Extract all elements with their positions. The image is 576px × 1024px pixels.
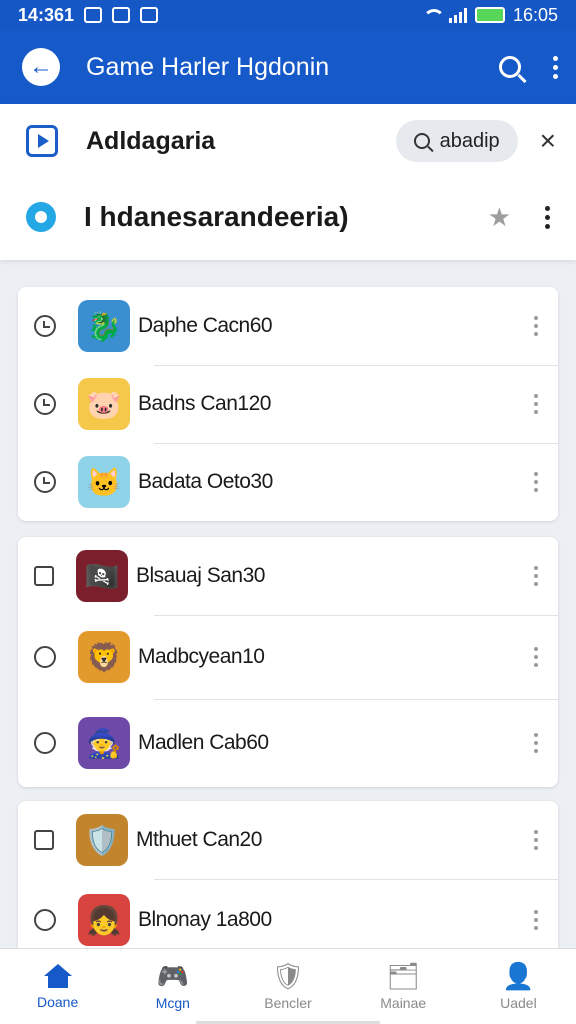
more-options-icon[interactable] [545, 205, 550, 229]
nav-label: Mainae [380, 994, 427, 1011]
list-item[interactable]: 🐷 Badns Can120 [18, 365, 558, 443]
nav-item-mainae[interactable]: 🗂 Mainae [346, 949, 461, 1024]
more-options-icon[interactable] [534, 733, 538, 753]
checkbox[interactable] [34, 830, 54, 850]
radio-button[interactable] [34, 646, 56, 668]
nav-label: Mcgn [155, 994, 190, 1011]
game-icon: 🛡️ [76, 814, 128, 866]
nav-label: Bencler [264, 994, 312, 1011]
search-icon [413, 133, 430, 149]
more-options-icon[interactable] [534, 394, 538, 414]
game-icon: 🐱 [78, 456, 130, 508]
home-icon [43, 963, 72, 988]
game-name: Badata Oeto30 [138, 470, 273, 493]
more-options-icon[interactable] [534, 830, 538, 850]
image-icon [140, 7, 159, 23]
game-icon: 🏴‍☠️ [76, 550, 128, 602]
nav-item-home[interactable]: Doane [0, 949, 115, 1024]
game-icon: 🐉 [78, 300, 130, 352]
game-name: Blnonay 1a800 [138, 908, 272, 931]
message-icon [112, 7, 131, 23]
arrow-left-icon: ← [29, 53, 53, 80]
game-name: Badns Can120 [138, 392, 271, 415]
page-title: Game Harler Hgdonin [86, 52, 330, 81]
list-item[interactable]: 👧 Blnonay 1a800 [18, 879, 558, 948]
section-title: Adldagaria [86, 126, 216, 155]
signal-icon [448, 7, 467, 23]
search-chip[interactable]: abadip [395, 120, 518, 162]
more-options-icon[interactable] [534, 566, 538, 586]
nav-label: Uadel [500, 994, 537, 1011]
more-options-icon[interactable] [534, 910, 538, 930]
nav-item-bencler[interactable]: 🛡 Bencler [230, 949, 345, 1024]
game-icon: 🧙 [78, 717, 130, 769]
list-item[interactable]: 🦁 Madbcyean10 [18, 615, 558, 699]
game-list-card: 🐉 Daphe Cacn60 🐷 Badns Can120 🐱 Badata O… [18, 287, 558, 521]
gamepad-icon: 🎮 [156, 960, 189, 991]
nav-label: Doane [36, 993, 79, 1010]
status-bar: 14:361 16:05 [0, 0, 576, 30]
search-icon[interactable] [499, 56, 521, 78]
folder-icon: 🗂 [386, 960, 420, 991]
list-item[interactable]: 🛡️ Mthuet Can20 [18, 801, 558, 879]
game-name: Blsauaj San30 [136, 564, 265, 587]
game-name: Madbcyean10 [138, 645, 265, 668]
back-button[interactable]: ← [22, 48, 60, 86]
game-icon: 🦁 [78, 631, 130, 683]
wifi-icon [421, 7, 445, 23]
close-icon[interactable]: × [540, 125, 556, 157]
status-battery-text: 16:05 [512, 4, 558, 25]
play-icon [26, 125, 58, 157]
shield-icon: 🛡 [271, 960, 305, 991]
clock-icon[interactable] [34, 315, 56, 337]
more-options-icon[interactable] [553, 55, 558, 79]
radio-button[interactable] [34, 909, 56, 931]
checkbox[interactable] [34, 566, 54, 586]
list-item[interactable]: 🧙 Madlen Cab60 [18, 699, 558, 787]
section-heading: I hdanesarandeeria) [84, 201, 349, 232]
star-icon[interactable]: ★ [488, 202, 511, 233]
battery-icon [474, 7, 505, 23]
app-bar: ← Game Harler Hgdonin [0, 30, 576, 104]
radio-button[interactable] [34, 732, 56, 754]
list-item[interactable]: 🐱 Badata Oeto30 [18, 443, 558, 521]
search-chip-label: abadip [439, 129, 500, 152]
list-item[interactable]: 🏴‍☠️ Blsauaj San30 [18, 537, 558, 615]
more-options-icon[interactable] [534, 472, 538, 492]
nav-item-profile[interactable]: 👤 Uadel [461, 949, 576, 1024]
game-name: Daphe Cacn60 [138, 314, 273, 337]
list-item[interactable]: 🐉 Daphe Cacn60 [18, 287, 558, 365]
location-icon [26, 202, 56, 232]
game-list-card: 🏴‍☠️ Blsauaj San30 🦁 Madbcyean10 🧙 Madle… [18, 537, 558, 787]
profile-icon: 👤 [502, 960, 535, 991]
game-name: Madlen Cab60 [138, 731, 269, 754]
game-icon: 👧 [78, 894, 130, 946]
bottom-navigation: Doane 🎮 Mcgn 🛡 Bencler 🗂 Mainae 👤 Uadel [0, 948, 576, 1024]
game-list-card: 🛡️ Mthuet Can20 👧 Blnonay 1a800 [18, 801, 558, 948]
clock-icon[interactable] [34, 393, 56, 415]
subheader: Adldagaria abadip × I hdanesarandeeria) … [0, 104, 576, 260]
clock-icon[interactable] [34, 471, 56, 493]
more-options-icon[interactable] [534, 316, 538, 336]
notification-icon [84, 7, 103, 23]
more-options-icon[interactable] [534, 647, 538, 667]
nav-item-games[interactable]: 🎮 Mcgn [115, 949, 230, 1024]
status-time: 14:361 [18, 4, 75, 25]
game-name: Mthuet Can20 [136, 828, 262, 851]
game-icon: 🐷 [78, 378, 130, 430]
